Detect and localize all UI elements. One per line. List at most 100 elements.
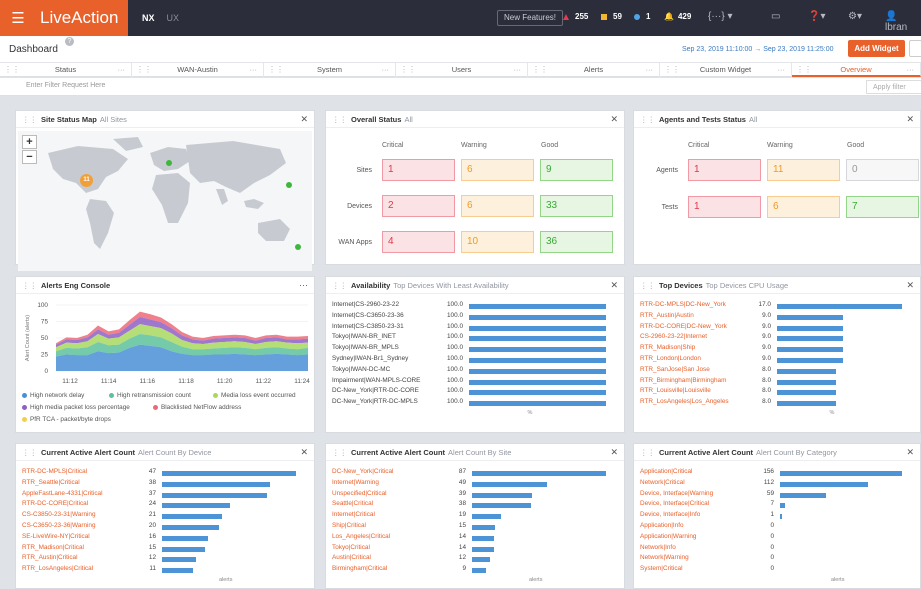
bar-label[interactable]: Network|Critical [640,479,685,486]
bar-label[interactable]: System|Critical [640,565,683,572]
bar-label[interactable]: Internet|Critical [332,511,375,518]
site-cluster-marker[interactable]: 11 [80,174,93,187]
bar-label[interactable]: Ship|Critical [332,522,366,529]
bar-label[interactable]: RTR_SanJose|San Jose [640,366,710,373]
bar-label[interactable]: Internet|Warning [332,479,379,486]
bar-label[interactable]: Device, Interface|Critical [640,500,709,507]
close-icon[interactable]: ✕ [610,277,618,293]
bar-label[interactable]: RTR_LosAngeles|Critical [22,565,93,572]
notification-count[interactable]: 🔔 429 [664,12,691,21]
question-icon[interactable]: ? [65,37,74,46]
bar[interactable] [472,568,486,574]
bar[interactable] [472,514,502,520]
bar[interactable] [777,304,902,309]
legend-item[interactable]: High retransmission count [109,392,191,399]
bar-label[interactable]: RTR-DC-CORE|Critical [22,500,88,507]
bar-label[interactable]: Application|Critical [640,468,692,475]
bar-label[interactable]: RTR_Louisville|Louisville [640,387,711,394]
bar-label[interactable]: RTR-DC-MPLS|DC-New_York [640,301,726,308]
bar-label[interactable]: RTR_Madison|Critical [22,544,84,551]
more-options-button[interactable] [909,40,921,57]
bar[interactable] [469,358,606,363]
mode-nx[interactable]: NX [142,13,155,23]
code-icon[interactable]: {···} ▾ [708,11,732,22]
drag-grip-icon[interactable]: ⋮⋮ [332,281,347,290]
drag-grip-icon[interactable]: ⋮⋮ [4,63,20,77]
help-icon[interactable]: ❓▾ [808,11,825,22]
tests-warning[interactable]: 6 [767,196,840,218]
bar[interactable] [469,304,606,309]
bar[interactable] [777,358,844,363]
agents-critical[interactable]: 1 [688,159,761,181]
bar[interactable] [777,314,844,320]
bar-label[interactable]: Tokyo|Critical [332,544,370,551]
new-features-button[interactable]: New Features! [497,10,564,26]
bar[interactable] [162,514,222,520]
bar-label[interactable]: RTR_Austin|Critical [22,554,78,561]
bar[interactable] [162,568,194,574]
tab-overview[interactable]: ⋮⋮ Overview ··· [792,63,921,77]
devices-critical[interactable]: 2 [382,195,455,217]
bar[interactable] [469,390,606,396]
bar[interactable] [162,546,205,552]
legend-item[interactable]: Media loss event occurred [213,392,296,399]
drag-grip-icon[interactable]: ⋮⋮ [136,63,152,77]
site-marker[interactable] [286,182,292,188]
tab-menu-icon[interactable]: ··· [382,63,390,77]
bar-label[interactable]: RTR_Madison|Ship [640,344,695,351]
bar[interactable] [162,481,271,487]
bar-label[interactable]: RTR_Birmingham|Birmingham [640,377,726,384]
tab-menu-icon[interactable]: ··· [907,63,915,77]
site-marker[interactable] [295,244,301,250]
drag-grip-icon[interactable]: ⋮⋮ [532,63,548,77]
bar[interactable] [162,535,208,541]
bar-label[interactable]: CS-C3650-23-36|Warning [22,522,96,529]
close-icon[interactable]: ✕ [906,444,914,460]
critical-count[interactable]: 255 [563,12,588,21]
bar[interactable] [472,503,531,509]
tab-alerts[interactable]: ⋮⋮ Alerts ··· [528,63,660,77]
tests-critical[interactable]: 1 [688,196,761,218]
bar[interactable] [162,503,231,509]
bar-label[interactable]: Los_Angeles|Critical [332,533,390,540]
bar-label[interactable]: Application|Info [640,522,684,529]
drag-grip-icon[interactable]: ⋮⋮ [332,115,347,124]
close-icon[interactable]: ✕ [906,277,914,293]
bar-label[interactable]: RTR-DC-MPLS|Critical [22,468,87,475]
bar[interactable] [780,503,786,509]
bar[interactable] [162,492,268,498]
bar[interactable] [469,314,606,320]
bar[interactable] [780,471,902,476]
bar[interactable] [777,401,836,407]
warning-count[interactable]: 59 [601,12,622,21]
legend-item[interactable]: High media packet loss percentage [22,404,130,411]
bar-label[interactable]: RTR-DC-CORE|DC-New_York [640,323,727,330]
monitor-icon[interactable]: ▭ [771,11,780,22]
devices-good[interactable]: 33 [540,195,613,217]
zoom-in-button[interactable]: + [22,135,37,149]
tab-status[interactable]: ⋮⋮ Status ··· [0,63,132,77]
bar[interactable] [777,336,844,342]
drag-grip-icon[interactable]: ⋮⋮ [664,63,680,77]
devices-warning[interactable]: 6 [461,195,534,217]
world-map[interactable]: + − 11 [18,131,312,271]
bar[interactable] [472,535,494,541]
bar-label[interactable]: Seattle|Critical [332,500,373,507]
bar[interactable] [777,325,844,331]
legend-item[interactable]: PfR TCA - packet/byte drops [22,416,111,423]
bar[interactable] [777,379,836,385]
bar-label[interactable]: Network|Warning [640,554,689,561]
app-logo[interactable]: LiveAction [36,0,128,36]
bar[interactable] [472,557,491,563]
settings-gear-icon[interactable]: ⚙▾ [848,11,862,22]
bar[interactable] [469,368,606,374]
bar[interactable] [777,390,836,396]
wan-apps-critical[interactable]: 4 [382,231,455,253]
drag-grip-icon[interactable]: ⋮⋮ [796,63,812,77]
bar-label[interactable]: Device, Interface|Info [640,511,700,518]
drag-grip-icon[interactable]: ⋮⋮ [332,448,347,457]
tests-good[interactable]: 7 [846,196,919,218]
sites-warning[interactable]: 6 [461,159,534,181]
bar[interactable] [780,481,868,487]
tab-menu-icon[interactable]: ··· [118,63,126,77]
